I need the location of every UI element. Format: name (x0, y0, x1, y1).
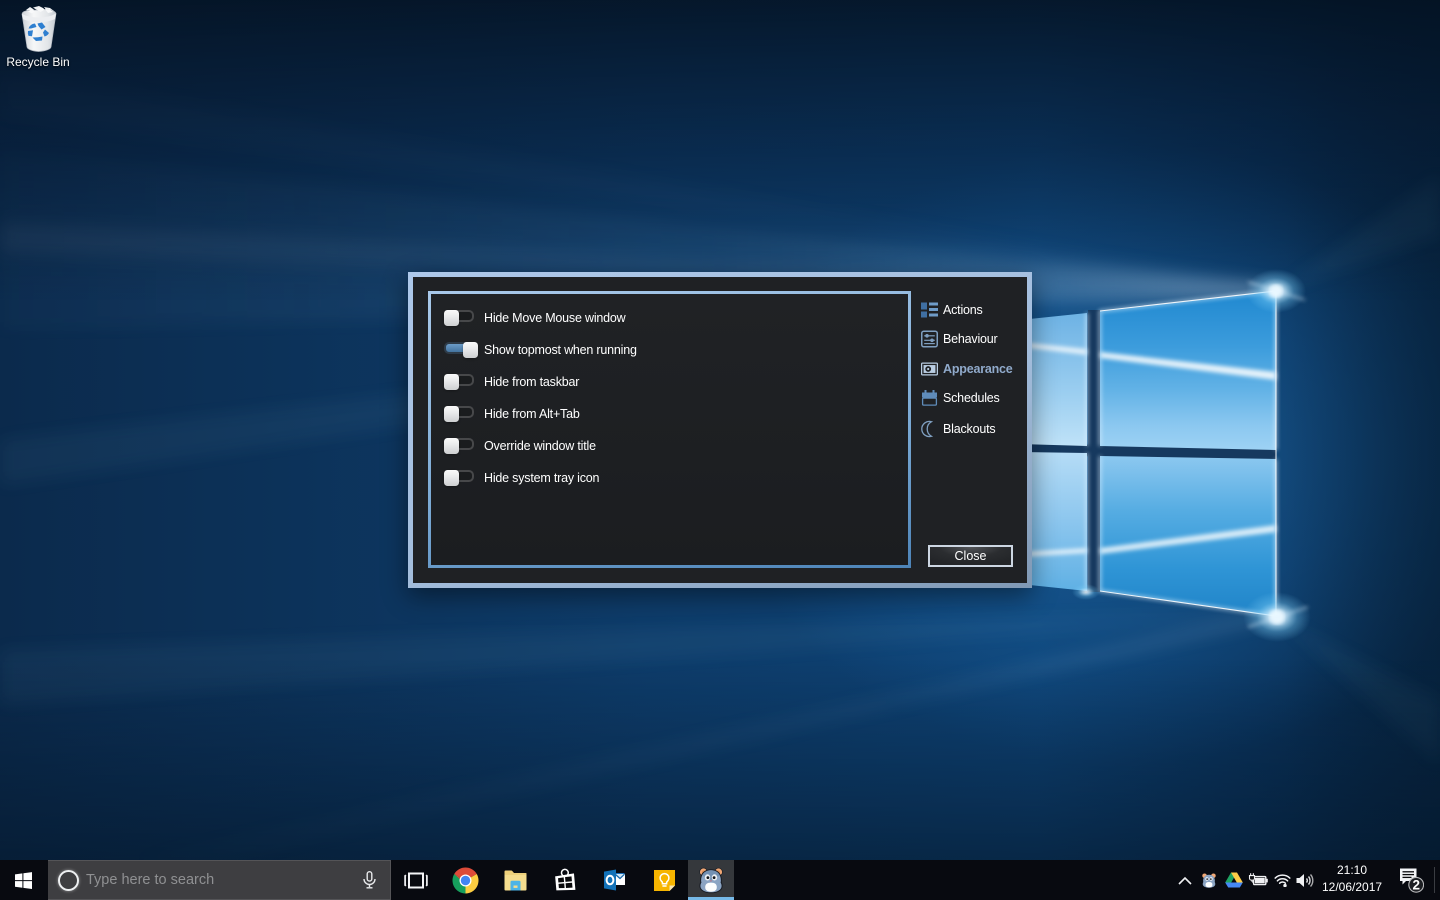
svg-text:2: 2 (1412, 877, 1420, 892)
